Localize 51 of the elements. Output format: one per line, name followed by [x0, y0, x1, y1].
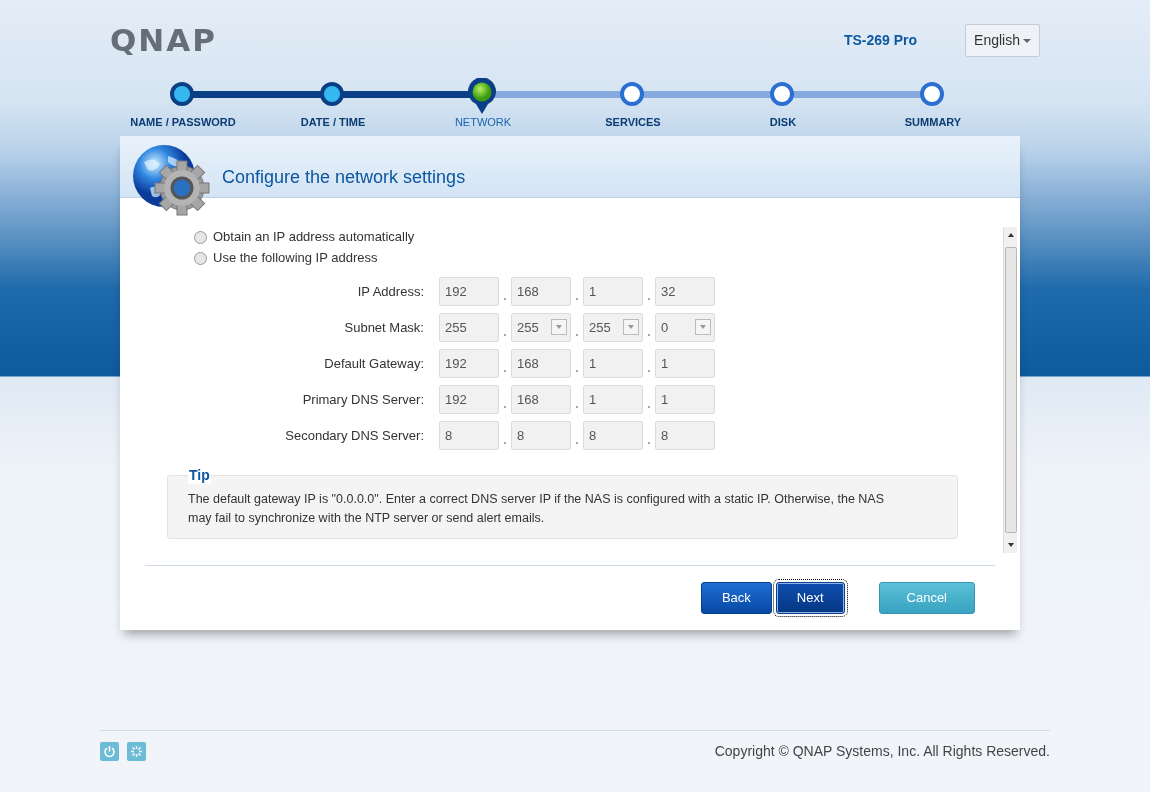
input-field[interactable]: 192 [439, 277, 499, 306]
step-label: NAME / PASSWORD [130, 115, 236, 130]
field-label: Primary DNS Server: [301, 390, 425, 409]
step-label: SERVICES [605, 115, 661, 130]
field-label: Secondary DNS Server: [284, 426, 425, 445]
primary-button[interactable]: Next [775, 581, 845, 614]
input-field[interactable]: 1 [583, 277, 643, 306]
field-label: Subnet Mask: [343, 318, 425, 337]
input-field[interactable]: 8 [583, 421, 643, 450]
input-field[interactable]: 1 [583, 385, 643, 414]
radio-button[interactable] [194, 230, 207, 244]
input-field[interactable]: 8 [439, 421, 499, 450]
power-icon[interactable] [100, 742, 119, 761]
radio-button[interactable] [194, 251, 207, 265]
primary-button[interactable]: Back [700, 581, 772, 614]
globe-gear-icon [130, 143, 212, 218]
panel-title: Configure the network settings [222, 165, 466, 189]
input-field[interactable]: 1 [583, 349, 643, 378]
radio-label: Use the following IP address [213, 249, 378, 268]
input-field[interactable]: 168 [511, 349, 571, 378]
scrollbar[interactable] [1003, 226, 1017, 553]
radio-label: Obtain an IP address automatically [213, 228, 415, 247]
step-label: DATE / TIME [300, 115, 366, 130]
input-field[interactable]: 8 [511, 421, 571, 450]
input-field[interactable]: 32 [655, 277, 715, 306]
language-dropdown[interactable]: English [965, 24, 1040, 57]
caret-icon[interactable] [551, 319, 567, 335]
step-label: SUMMARY [904, 115, 962, 130]
model-name: TS-269 Pro [843, 31, 918, 50]
tip-text: The default gateway IP is "0.0.0.0". Enter a correct DNS server IP if the NAS is configured with a static IP. Otherwise, the NAS may fail to synchronize with the NTP server or send alert emails. [188, 490, 885, 527]
input-field[interactable]: 192 [439, 385, 499, 414]
caret-icon[interactable] [695, 319, 711, 335]
input-field[interactable]: 1 [655, 385, 715, 414]
field-label: Default Gateway: [323, 354, 425, 373]
tip-title: Tip [188, 466, 211, 484]
field-label: IP Address: [356, 282, 425, 301]
loading-spinner-icon[interactable] [127, 742, 146, 761]
copyright-text: Copyright © QNAP Systems, Inc. All Rights Reserved. [714, 742, 1050, 761]
input-field[interactable]: 255 [439, 313, 499, 342]
logo: QNAP [110, 25, 217, 56]
input-field[interactable]: 1 [655, 349, 715, 378]
scrollbar-thumb[interactable] [1004, 246, 1017, 533]
caret-icon[interactable] [623, 319, 639, 335]
input-field[interactable]: 8 [655, 421, 715, 450]
step-label: DISK [769, 115, 797, 130]
step-label: NETWORK [454, 115, 512, 130]
scroll-down-icon[interactable] [1007, 542, 1014, 547]
scroll-up-icon[interactable] [1007, 232, 1014, 237]
input-field[interactable]: 192 [439, 349, 499, 378]
input-field[interactable]: 168 [511, 277, 571, 306]
input-field[interactable]: 168 [511, 385, 571, 414]
